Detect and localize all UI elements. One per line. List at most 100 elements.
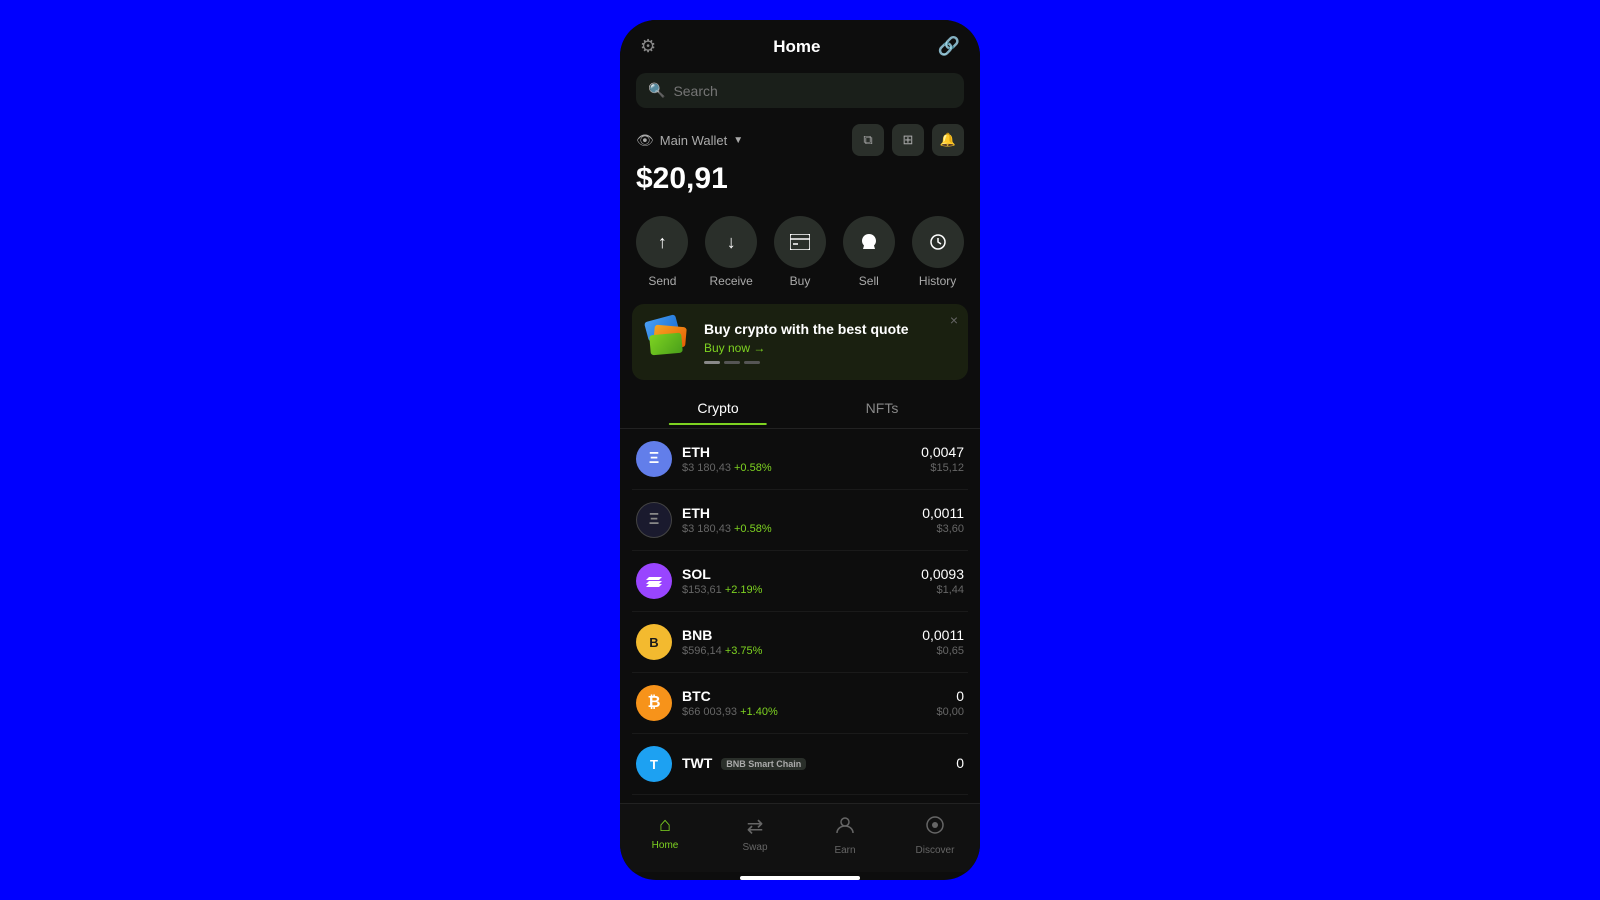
nav-swap-label: Swap <box>742 842 767 853</box>
crypto-amount: 0,0011 <box>922 505 964 521</box>
crypto-price: $66 003,93 +1.40% <box>682 706 936 718</box>
asset-tabs: Crypto NFTs <box>620 388 980 429</box>
crypto-amount: 0 <box>936 688 964 704</box>
eth-logo: Ξ <box>636 441 672 477</box>
crypto-value: $15,12 <box>921 462 964 474</box>
chain-badge: BNB Smart Chain <box>721 758 806 770</box>
copy-icon[interactable]: ⧉ <box>852 124 884 156</box>
banner-dots <box>704 361 954 364</box>
crypto-price: $3 180,43 +0.58% <box>682 523 922 535</box>
chevron-down-icon: ▼ <box>733 135 743 146</box>
home-icon: ⌂ <box>659 814 671 837</box>
crypto-info: SOL $153,61 +2.19% <box>682 566 921 596</box>
crypto-price: $3 180,43 +0.58% <box>682 462 921 474</box>
eth2-logo: Ξ <box>636 502 672 538</box>
crypto-info: ETH $3 180,43 +0.58% <box>682 444 921 474</box>
crypto-value: $0,65 <box>922 645 964 657</box>
crypto-symbol: BNB <box>682 627 922 643</box>
settings-icon[interactable]: ⚙ <box>640 36 656 57</box>
crypto-price: $596,14 +3.75% <box>682 645 922 657</box>
crypto-symbol: TWT BNB Smart Chain <box>682 755 956 771</box>
crypto-amounts: 0 <box>956 755 964 773</box>
banner-content: Buy crypto with the best quote Buy now → <box>704 321 954 364</box>
btc-logo: ₿ <box>636 685 672 721</box>
banner-close-button[interactable]: × <box>950 312 958 328</box>
bnb-logo: B <box>636 624 672 660</box>
crypto-amounts: 0 $0,00 <box>936 688 964 718</box>
crypto-info: BTC $66 003,93 +1.40% <box>682 688 936 718</box>
header: ⚙ Home 🔗 <box>620 20 980 65</box>
buy-button[interactable]: Buy <box>774 216 826 288</box>
crypto-symbol: SOL <box>682 566 921 582</box>
swap-icon: ⇄ <box>747 814 764 839</box>
connect-icon[interactable]: 🔗 <box>938 36 960 57</box>
crypto-amount: 0,0047 <box>921 444 964 460</box>
nav-earn[interactable]: Earn <box>800 810 890 860</box>
discover-icon <box>924 814 946 842</box>
action-buttons: ↑ Send ↓ Receive Buy Sell <box>620 200 980 296</box>
promo-banner: × Buy crypto with the best quote Buy now… <box>632 304 968 380</box>
earn-icon <box>834 814 856 842</box>
banner-dot-2 <box>724 361 740 364</box>
list-item[interactable]: B BNB $596,14 +3.75% 0,0011 $0,65 <box>632 612 968 673</box>
send-button[interactable]: ↑ Send <box>636 216 688 288</box>
crypto-amount: 0,0093 <box>921 566 964 582</box>
crypto-symbol: ETH <box>682 444 921 460</box>
crypto-amounts: 0,0011 $0,65 <box>922 627 964 657</box>
buy-icon <box>774 216 826 268</box>
send-label: Send <box>648 274 676 288</box>
crypto-symbol: BTC <box>682 688 936 704</box>
banner-dot-3 <box>744 361 760 364</box>
wallet-action-icons: ⧉ ⊞ 🔔 <box>852 124 964 156</box>
crypto-price: $153,61 +2.19% <box>682 584 921 596</box>
crypto-value: $0,00 <box>936 706 964 718</box>
wallet-header: 👁 Main Wallet ▼ ⧉ ⊞ 🔔 <box>636 124 964 156</box>
history-button[interactable]: History <box>912 216 964 288</box>
list-item[interactable]: T TWT BNB Smart Chain 0 <box>632 734 968 795</box>
receive-icon: ↓ <box>705 216 757 268</box>
banner-link[interactable]: Buy now → <box>704 341 954 355</box>
phone-container: ⚙ Home 🔗 🔍 👁 Main Wallet ▼ ⧉ ⊞ 🔔 $20,91 … <box>620 20 980 880</box>
nav-discover[interactable]: Discover <box>890 810 980 860</box>
list-item[interactable]: ₿ BTC $66 003,93 +1.40% 0 $0,00 <box>632 673 968 734</box>
history-label: History <box>919 274 956 288</box>
list-item[interactable]: Ξ ETH $3 180,43 +0.58% 0,0047 $15,12 <box>632 429 968 490</box>
crypto-value: $3,60 <box>922 523 964 535</box>
crypto-amounts: 0,0093 $1,44 <box>921 566 964 596</box>
search-input[interactable] <box>673 83 952 99</box>
crypto-value: $1,44 <box>921 584 964 596</box>
crypto-info: BNB $596,14 +3.75% <box>682 627 922 657</box>
search-bar[interactable]: 🔍 <box>636 73 964 108</box>
eye-icon: 👁 <box>636 132 654 149</box>
scan-icon[interactable]: ⊞ <box>892 124 924 156</box>
sell-label: Sell <box>859 274 879 288</box>
twt-logo: T <box>636 746 672 782</box>
sol-logo <box>636 563 672 599</box>
wallet-name-label: Main Wallet <box>660 133 727 148</box>
crypto-info: ETH $3 180,43 +0.58% <box>682 505 922 535</box>
nav-home[interactable]: ⌂ Home <box>620 810 710 860</box>
send-icon: ↑ <box>636 216 688 268</box>
nav-home-label: Home <box>652 840 679 851</box>
wallet-name[interactable]: 👁 Main Wallet ▼ <box>636 132 743 149</box>
list-item[interactable]: SOL $153,61 +2.19% 0,0093 $1,44 <box>632 551 968 612</box>
receive-button[interactable]: ↓ Receive <box>705 216 757 288</box>
nav-discover-label: Discover <box>916 845 955 856</box>
wallet-balance: $20,91 <box>636 162 964 196</box>
crypto-symbol: ETH <box>682 505 922 521</box>
crypto-amount: 0,0011 <box>922 627 964 643</box>
list-item[interactable]: Ξ ETH $3 180,43 +0.58% 0,0011 $3,60 <box>632 490 968 551</box>
sell-button[interactable]: Sell <box>843 216 895 288</box>
tab-nfts[interactable]: NFTs <box>800 392 964 424</box>
tab-crypto[interactable]: Crypto <box>636 392 800 424</box>
bell-icon[interactable]: 🔔 <box>932 124 964 156</box>
banner-image <box>646 318 694 366</box>
crypto-list: Ξ ETH $3 180,43 +0.58% 0,0047 $15,12 Ξ E… <box>620 429 980 803</box>
page-title: Home <box>773 37 820 57</box>
crypto-amounts: 0,0011 $3,60 <box>922 505 964 535</box>
sell-icon <box>843 216 895 268</box>
wallet-section: 👁 Main Wallet ▼ ⧉ ⊞ 🔔 $20,91 <box>620 116 980 200</box>
bottom-nav: ⌂ Home ⇄ Swap Earn Discover <box>620 803 980 872</box>
nav-swap[interactable]: ⇄ Swap <box>710 810 800 860</box>
search-icon: 🔍 <box>648 82 665 99</box>
